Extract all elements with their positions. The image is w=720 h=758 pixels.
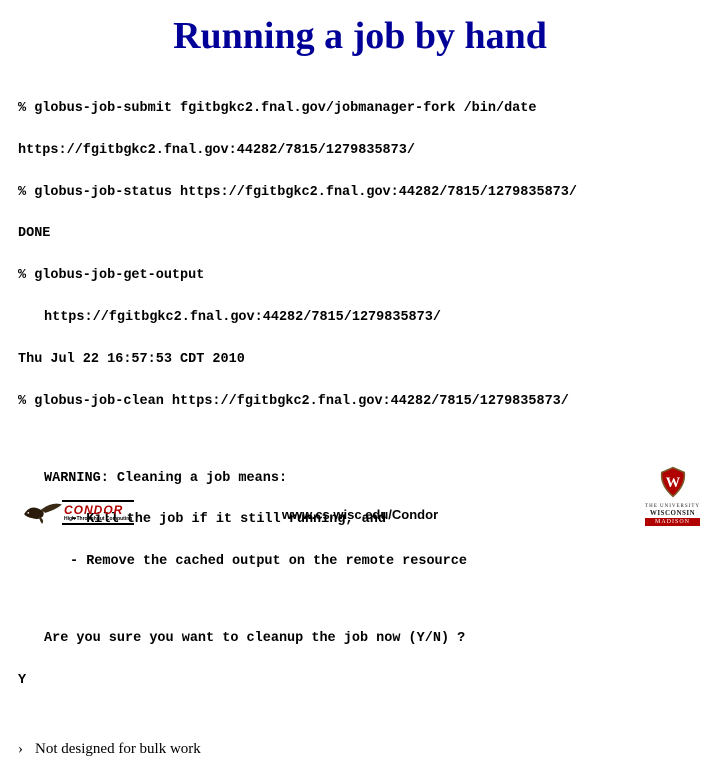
code-line: % globus-job-status https://fgitbgkc2.fn… <box>18 183 702 204</box>
footer-url: www.cs.wisc.edu/Condor <box>0 507 720 522</box>
bullet-item: › Not designed for bulk work <box>18 740 702 758</box>
slide-title: Running a job by hand <box>18 14 702 58</box>
code-line: - Remove the cached output on the remote… <box>18 552 702 573</box>
uw-line3: MADISON <box>645 518 700 526</box>
svg-text:W: W <box>665 475 680 491</box>
chevron-right-icon: › <box>18 741 23 757</box>
code-line: DONE <box>18 224 702 245</box>
uw-logo: W THE UNIVERSITY WISCONSIN MADISON <box>645 466 700 526</box>
uw-line2: WISCONSIN <box>645 509 700 517</box>
footer: CONDOR High Throughput Computing www.cs.… <box>0 480 720 530</box>
code-line: % globus-job-clean https://fgitbgkc2.fna… <box>18 392 702 413</box>
code-line: % globus-job-submit fgitbgkc2.fnal.gov/j… <box>18 99 702 120</box>
code-line: % globus-job-get-output <box>18 266 702 287</box>
bullet-text: Not designed for bulk work <box>35 741 201 757</box>
uw-logo-text: THE UNIVERSITY WISCONSIN MADISON <box>645 504 700 526</box>
code-line: https://fgitbgkc2.fnal.gov:44282/7815/12… <box>18 308 702 329</box>
code-line: https://fgitbgkc2.fnal.gov:44282/7815/12… <box>18 141 702 162</box>
code-line: Are you sure you want to cleanup the job… <box>18 629 702 650</box>
terminal-output: % globus-job-submit fgitbgkc2.fnal.gov/j… <box>18 78 702 734</box>
code-line: Y <box>18 671 702 692</box>
code-line: Thu Jul 22 16:57:53 CDT 2010 <box>18 350 702 371</box>
slide: Running a job by hand % globus-job-submi… <box>0 0 720 540</box>
crest-icon: W <box>657 466 689 498</box>
